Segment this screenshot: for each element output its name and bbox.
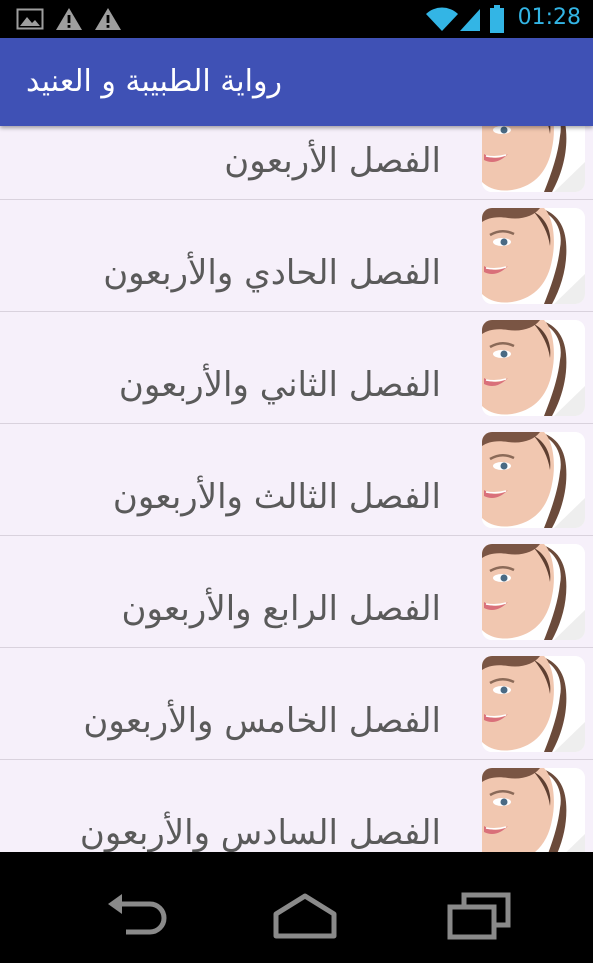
list-item[interactable]: الفصل الرابع والأربعون — [0, 536, 593, 648]
chapter-thumbnail — [482, 544, 585, 640]
chapter-thumbnail — [482, 768, 585, 852]
navigation-bar — [0, 870, 593, 963]
chapter-label: الفصل الرابع والأربعون — [121, 589, 442, 629]
battery-icon — [490, 5, 504, 37]
chapter-thumbnail — [482, 656, 585, 752]
chapter-label: الفصل الحادي والأربعون — [103, 253, 441, 293]
list-item[interactable]: الفصل الحادي والأربعون — [0, 200, 593, 312]
chapter-thumbnail — [482, 320, 585, 416]
status-bar: 01:28 — [0, 0, 593, 38]
list-bottom-edge — [0, 852, 593, 870]
chapter-label: الفصل الثاني والأربعون — [118, 365, 441, 405]
signal-icon — [458, 6, 482, 36]
wifi-icon — [425, 6, 459, 36]
chapter-label: الفصل الأربعون — [224, 141, 441, 181]
status-time: 01:28 — [517, 5, 581, 30]
chapter-label: الفصل الثالث والأربعون — [112, 477, 441, 517]
list-item[interactable]: الفصل الثاني والأربعون — [0, 312, 593, 424]
warning-icon — [55, 7, 83, 35]
recent-apps-icon[interactable] — [444, 892, 514, 944]
home-icon[interactable] — [270, 892, 340, 944]
list-item[interactable]: الفصل السادس والأربعون — [0, 760, 593, 852]
chapter-thumbnail — [482, 208, 585, 304]
gallery-icon — [16, 7, 44, 35]
warning-icon — [94, 7, 122, 35]
list-item[interactable]: الفصل الثالث والأربعون — [0, 424, 593, 536]
chapter-label: الفصل السادس والأربعون — [79, 813, 441, 852]
chapter-thumbnail — [482, 126, 585, 192]
list-item[interactable]: الفصل الخامس والأربعون — [0, 648, 593, 760]
chapter-label: الفصل الخامس والأربعون — [83, 701, 441, 741]
chapter-list[interactable]: الفصل الأربعون الفصل الحادي والأربعون ال… — [0, 126, 593, 852]
back-icon[interactable] — [104, 892, 170, 944]
page-title: رواية الطبيبة و العنيد — [26, 64, 282, 99]
chapter-thumbnail — [482, 432, 585, 528]
app-bar: رواية الطبيبة و العنيد — [0, 38, 593, 126]
list-item[interactable]: الفصل الأربعون — [0, 126, 593, 200]
